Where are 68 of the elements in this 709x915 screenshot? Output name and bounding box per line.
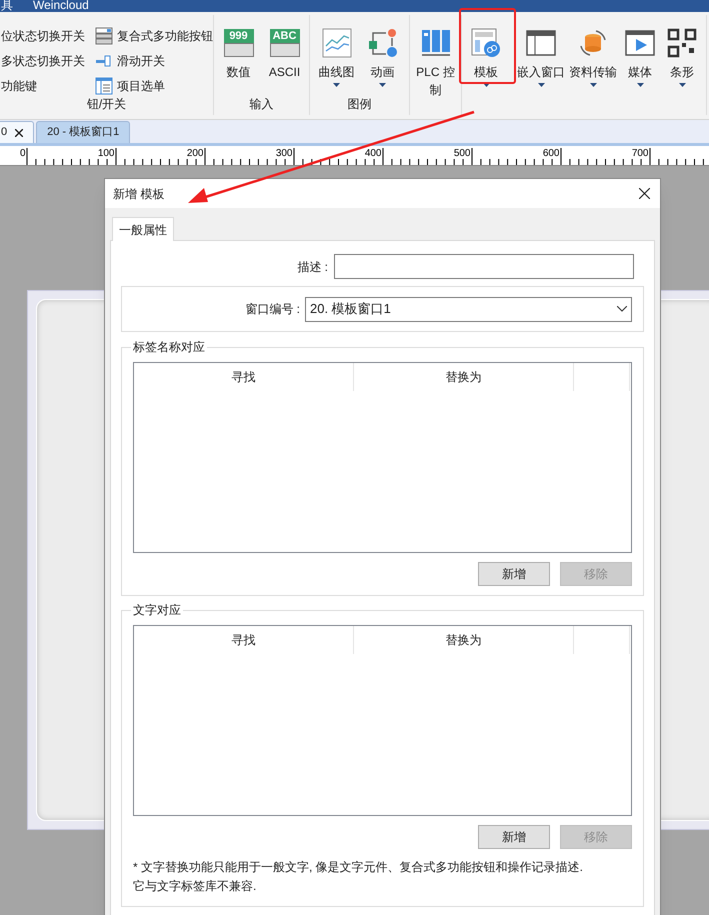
note-text: 它与文字标签库不兼容. bbox=[133, 878, 258, 895]
description-field[interactable] bbox=[334, 254, 634, 279]
ribbon-button[interactable]: 媒体 bbox=[620, 28, 660, 115]
note-text: * 文字替换功能只能用于一般文字, 像是文字元件、复合式多功能按钮和操作记录描述. bbox=[133, 859, 584, 876]
play-icon bbox=[625, 28, 655, 58]
column-header[interactable]: 寻找 bbox=[134, 363, 354, 391]
chart-icon bbox=[322, 28, 352, 58]
dialog-button[interactable]: 新增 bbox=[478, 825, 550, 849]
group-label: 图例 bbox=[346, 96, 372, 113]
ribbon-button[interactable]: PLC 控制 bbox=[412, 28, 458, 115]
dropdown-caret-icon bbox=[636, 83, 644, 87]
dropdown-caret-icon bbox=[379, 83, 386, 87]
server-icon bbox=[420, 28, 450, 58]
ribbon-button[interactable]: 嵌入窗口 bbox=[516, 28, 566, 115]
ribbon-list-item[interactable]: 复合式多功能按钮 bbox=[95, 26, 213, 45]
group-label: 钮/开关 bbox=[86, 96, 128, 113]
ruler-label: 300 bbox=[276, 148, 292, 159]
group-title: 文字对应 bbox=[132, 602, 182, 619]
ribbon-list-item[interactable]: 位状态切换开关 bbox=[1, 26, 85, 45]
dropdown-caret-icon bbox=[678, 83, 686, 87]
template-link-icon bbox=[471, 28, 501, 58]
menu-item[interactable]: Weincloud bbox=[33, 0, 89, 11]
qr-code-icon bbox=[667, 28, 697, 58]
ribbon-button[interactable]: 999 数值 bbox=[216, 28, 260, 95]
column-header[interactable]: 替换为 bbox=[354, 626, 574, 654]
ribbon-button[interactable]: 曲线图 bbox=[314, 28, 358, 95]
chevron-down-icon bbox=[617, 306, 627, 312]
ribbon-list-item[interactable]: 项目选单 bbox=[95, 76, 213, 95]
document-tab[interactable]: 20 - 模板窗口1 bbox=[36, 121, 130, 143]
multi-button-icon bbox=[95, 26, 113, 44]
dropdown-caret-icon bbox=[482, 83, 490, 87]
dialog-title: 新增 模板 bbox=[113, 186, 164, 202]
ribbon-button[interactable]: 资料传输 bbox=[568, 28, 618, 115]
group-title: 标签名称对应 bbox=[132, 339, 206, 356]
animation-icon bbox=[368, 28, 398, 58]
dropdown-caret-icon bbox=[590, 83, 596, 87]
icon-text: ABC bbox=[270, 29, 300, 43]
close-icon[interactable] bbox=[639, 188, 650, 199]
window-icon bbox=[526, 28, 556, 58]
list-icon bbox=[95, 76, 113, 94]
ribbon-button[interactable]: 动画 bbox=[360, 28, 404, 95]
ruler-label: 0 bbox=[20, 148, 26, 159]
close-icon[interactable] bbox=[15, 128, 24, 136]
ruler-label: 100 bbox=[98, 148, 114, 159]
ribbon-button[interactable]: 模板 bbox=[466, 28, 506, 115]
ribbon-list-item[interactable]: 多状态切换开关 bbox=[1, 51, 85, 70]
dropdown-caret-icon bbox=[538, 83, 544, 87]
document-tab[interactable]: 0 bbox=[0, 121, 34, 143]
dialog-button[interactable]: 新增 bbox=[478, 562, 550, 586]
description-label: 描述 : bbox=[296, 258, 329, 276]
ruler-label: 700 bbox=[632, 148, 648, 159]
dialog-tab[interactable]: 一般属性 bbox=[112, 217, 174, 241]
ruler-label: 600 bbox=[542, 148, 560, 159]
dropdown-caret-icon bbox=[333, 83, 340, 87]
ruler-label: 500 bbox=[454, 148, 470, 159]
group-label: 输入 bbox=[248, 96, 274, 113]
icon-text: 999 bbox=[224, 29, 254, 43]
ruler-label: 200 bbox=[186, 148, 204, 159]
ribbon-list-item[interactable]: 滑动开关 bbox=[95, 51, 213, 70]
ribbon-button[interactable]: ABC ASCII bbox=[262, 28, 306, 95]
column-header[interactable]: 替换为 bbox=[354, 363, 574, 391]
ruler-label: 400 bbox=[364, 148, 382, 159]
window-number-label: 窗口编号 : bbox=[245, 301, 301, 318]
window-number-select[interactable]: 20. 模板窗口1 bbox=[305, 296, 632, 322]
ribbon-button[interactable]: 条形 bbox=[662, 28, 702, 115]
ribbon-list-item[interactable]: 功能键 bbox=[1, 76, 85, 95]
database-sync-icon bbox=[578, 28, 608, 58]
column-header[interactable]: 寻找 bbox=[134, 626, 354, 654]
